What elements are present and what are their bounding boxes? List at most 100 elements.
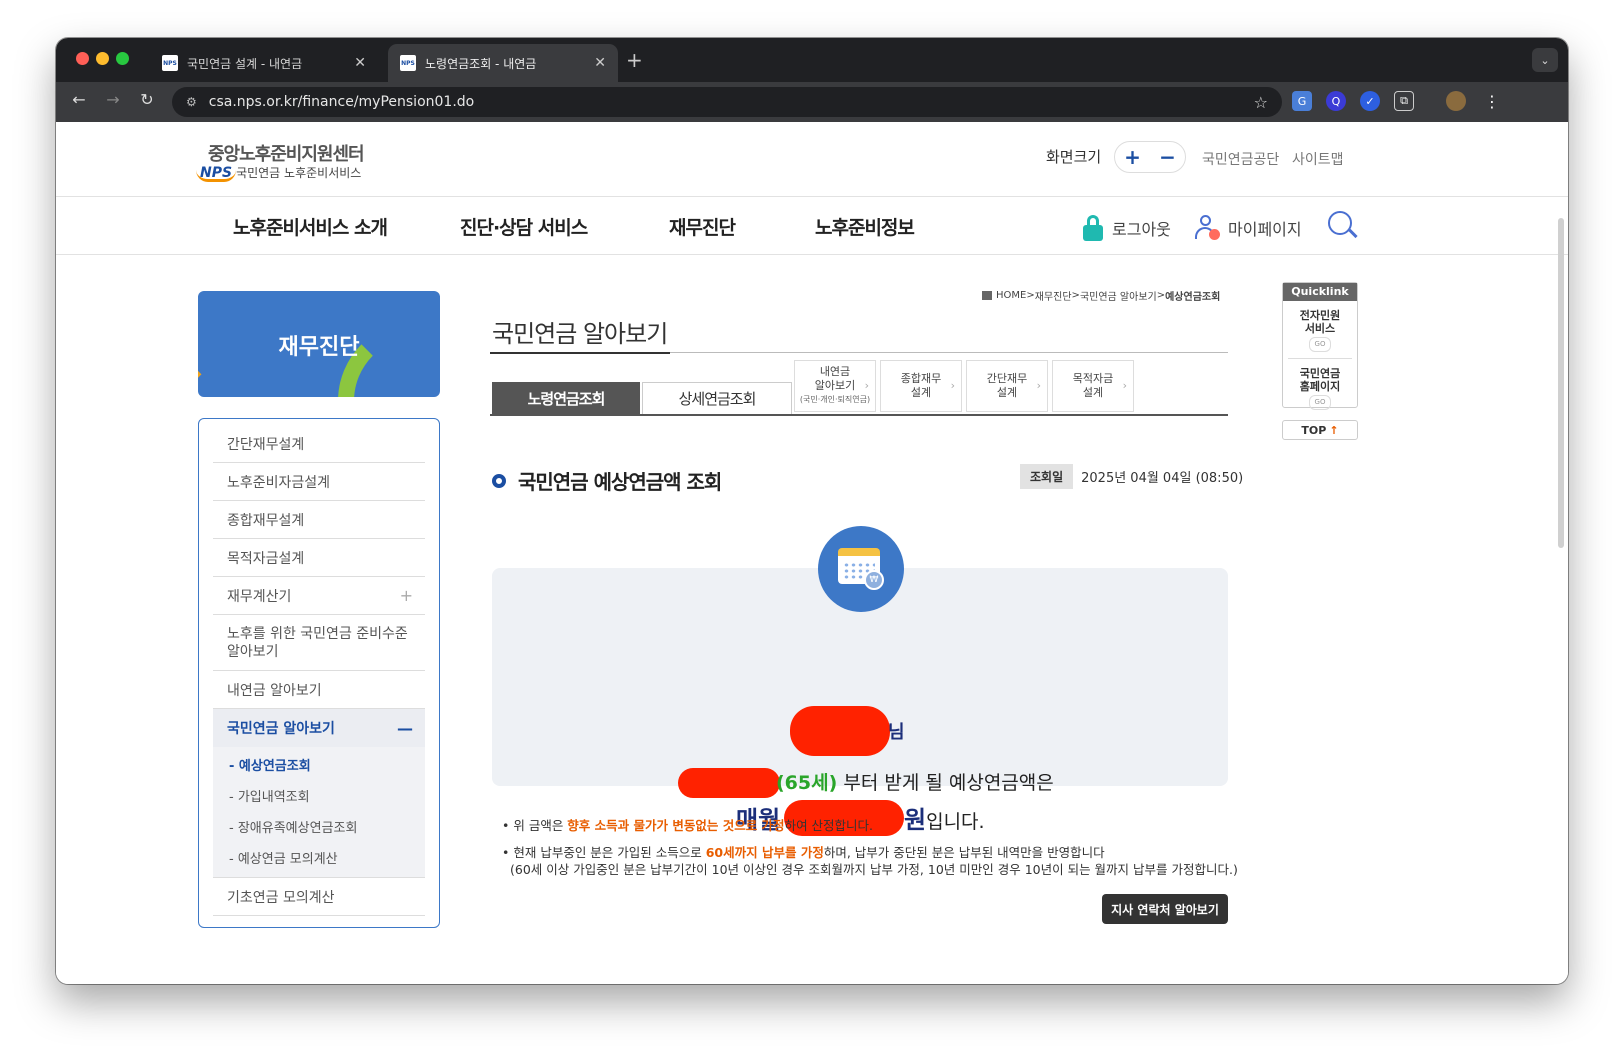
extension-q-icon[interactable]: Q (1326, 91, 1346, 111)
page-scrollbar[interactable] (1558, 218, 1564, 548)
note-2: • 현재 납부중인 분은 가입된 소득으로 60세까지 납부를 가정하며, 납부… (502, 839, 1238, 878)
breadcrumb-item[interactable]: 재무진단 (1035, 288, 1072, 303)
sidebar-subitem-enrollment[interactable]: - 가입내역조회 (213, 780, 425, 811)
tab-simple-plan[interactable]: 간단재무 설계 › (966, 360, 1048, 412)
sitemap-link[interactable]: 사이트맵 (1292, 149, 1344, 169)
logout-button[interactable]: 로그아웃 (1082, 215, 1171, 241)
nps-favicon-icon: NPS (162, 55, 178, 71)
reload-icon[interactable]: ↻ (136, 90, 158, 109)
tab-line: 설계 (996, 386, 1018, 399)
site-settings-icon[interactable]: ⚙ (186, 95, 197, 109)
browser-tab-1[interactable]: NPS 국민연금 설계 - 내연금 ✕ (150, 44, 378, 82)
font-size-minus-button[interactable]: − (1159, 145, 1176, 169)
mypage-button[interactable]: 마이페이지 (1194, 215, 1302, 241)
sidebar-item-label: 국민연금 알아보기 (227, 721, 335, 737)
browser-menu-icon[interactable]: ⋮ (1482, 91, 1502, 111)
tab-line: 종합재무 (900, 372, 942, 385)
nav-item-service-intro[interactable]: 노후준비서비스 소개 (233, 213, 388, 240)
logo-swoosh-icon (196, 170, 236, 182)
sidebar-subitem-expected-pension[interactable]: - 예상연금조회 (213, 749, 425, 780)
home-icon (982, 291, 992, 300)
nav-item-consulting[interactable]: 진단·상담 서비스 (460, 213, 588, 240)
tab-comprehensive-plan[interactable]: 종합재무 설계 › (880, 360, 962, 412)
quicklink-panel: Quicklink 전자민원 서비스 GO 국민연금 홈페이지 GO (1282, 282, 1358, 410)
inquiry-date: 조회일 2025년 04월 04일 (08:50) (1020, 464, 1243, 489)
sidebar-item-purpose-fund[interactable]: 목적자금설계 (213, 539, 425, 577)
breadcrumb-home[interactable]: HOME (996, 290, 1026, 301)
sidebar-subitem-simulation[interactable]: - 예상연금 모의계산 (213, 842, 425, 873)
breadcrumb-item[interactable]: 국민연금 알아보기 (1080, 288, 1157, 303)
site-logo-title[interactable]: 중앙노후준비지원센터 (208, 140, 365, 166)
sidebar-item-my-pension[interactable]: 내연금 알아보기 (213, 671, 425, 709)
chevron-right-icon: › (950, 379, 955, 392)
close-tab-icon[interactable]: ✕ (594, 55, 606, 71)
sidebar-submenu: - 예상연금조회 - 가입내역조회 - 장애유족예상연금조회 - 예상연금 모의… (213, 747, 425, 878)
tab-purpose-fund[interactable]: 목적자금 설계 › (1052, 360, 1134, 412)
quicklink-title: Quicklink (1283, 283, 1357, 301)
browser-window: NPS 국민연금 설계 - 내연금 ✕ NPS 노령연금조회 - 내연금 ✕ +… (56, 38, 1568, 984)
nav-item-financial-diagnosis[interactable]: 재무진단 (669, 213, 736, 240)
sidebar-item-readiness[interactable]: 노후를 위한 국민연금 준비수준 알아보기 (213, 615, 425, 671)
expand-plus-icon[interactable]: + (400, 586, 413, 605)
font-size-plus-button[interactable]: + (1124, 145, 1141, 169)
section-title-text: 국민연금 예상연금액 조회 (518, 470, 722, 494)
name-suffix: 님 (888, 722, 905, 743)
close-tab-icon[interactable]: ✕ (354, 55, 366, 71)
note-highlight: 향후 소득과 물가가 변동없는 것으로 가정 (567, 818, 785, 833)
sidebar-item-retirement-fund[interactable]: 노후준비자금설계 (213, 463, 425, 501)
note-2-detail: (60세 이상 가입중인 분은 납부기간이 10년 이상인 경우 조회월까지 납… (510, 862, 1238, 877)
section-title: 국민연금 예상연금액 조회 (492, 466, 722, 495)
sidebar-item-calculator[interactable]: 재무계산기 + (213, 577, 425, 615)
browser-toolbar: ← → ↻ ⚙ csa.nps.or.kr/finance/myPension0… (56, 82, 1568, 122)
inquiry-date-label: 조회일 (1020, 464, 1074, 489)
scroll-top-button[interactable]: TOP ↑ (1282, 420, 1358, 440)
sidebar-item-simple-plan[interactable]: 간단재무설계 (213, 425, 425, 463)
font-size-control: + − (1114, 141, 1186, 173)
extensions-puzzle-icon[interactable]: ⧉ (1394, 91, 1414, 111)
nps-home-link[interactable]: 국민연금공단 (1202, 149, 1279, 169)
notes: • 위 금액은 향후 소득과 물가가 변동없는 것으로 가정하여 산정합니다. … (502, 812, 1238, 878)
tab-old-age-pension[interactable]: 노령연금조회 (492, 382, 640, 414)
extension-check-icon[interactable]: ✓ (1360, 91, 1380, 111)
bookmark-star-icon[interactable]: ☆ (1254, 93, 1268, 112)
sidebar-item-label: 재무계산기 (227, 588, 292, 605)
collapse-minus-icon[interactable]: — (397, 719, 413, 738)
close-window-button[interactable] (76, 52, 89, 65)
logout-label: 로그아웃 (1112, 220, 1171, 239)
note-text: • 위 금액은 (502, 818, 568, 833)
back-arrow-icon[interactable]: ← (68, 90, 90, 109)
sidebar-item-comprehensive-plan[interactable]: 종합재무설계 (213, 501, 425, 539)
search-icon[interactable] (1328, 211, 1358, 241)
chevron-right-icon: › (1122, 379, 1127, 392)
minimize-window-button[interactable] (96, 52, 109, 65)
sidebar-item-national-pension[interactable]: 국민연금 알아보기 — (213, 709, 425, 747)
address-bar[interactable]: ⚙ csa.nps.or.kr/finance/myPension01.do ☆ (172, 87, 1282, 117)
quicklink-e-service[interactable]: 전자민원 서비스 GO (1283, 301, 1357, 352)
sidebar-subitem-disability-survivor[interactable]: - 장애유족예상연금조회 (213, 811, 425, 842)
tab-detailed-pension[interactable]: 상세연금조회 (642, 382, 792, 414)
maximize-window-button[interactable] (116, 52, 129, 65)
nav-item-retirement-info[interactable]: 노후준비정보 (815, 213, 915, 240)
result-line-2: (65세) 부터 받게 될 예상연금액은 (776, 768, 1054, 795)
web-page: 중앙노후준비지원센터 NPS 국민연금 노후준비서비스 화면크기 + − 국민연… (56, 122, 1568, 984)
note-text: 하며, 납부가 중단된 분은 납부된 내역만을 반영합니다 (823, 845, 1105, 860)
tab-search-icon[interactable]: ⌄ (1532, 48, 1558, 72)
user-icon (1194, 215, 1220, 241)
breadcrumb-separator: > (1071, 290, 1080, 301)
browser-tab-2[interactable]: NPS 노령연금조회 - 내연금 ✕ (388, 44, 618, 82)
branch-contact-button[interactable]: 지사 연락처 알아보기 (1102, 894, 1228, 924)
tab-line: 설계 (1082, 386, 1104, 399)
quicklink-nps-homepage[interactable]: 국민연금 홈페이지 GO (1283, 359, 1357, 410)
sidebar-item-basic-pension[interactable]: 기초연금 모의계산 (213, 878, 425, 916)
translate-extension-icon[interactable]: G (1292, 91, 1312, 111)
tab-title: 국민연금 설계 - 내연금 (187, 56, 303, 71)
chevron-right-icon: › (1036, 379, 1041, 392)
tab-line: 설계 (910, 386, 932, 399)
forward-arrow-icon[interactable]: → (102, 90, 124, 109)
profile-avatar[interactable] (1446, 91, 1466, 111)
tab-my-pension-check[interactable]: 내연금 알아보기 (국민·개인·퇴직연금) › (794, 360, 876, 412)
quicklink-line: 서비스 (1304, 322, 1336, 335)
quicklink-line: 홈페이지 (1299, 380, 1341, 393)
note-highlight: 60세까지 납부를 가정 (705, 845, 824, 860)
new-tab-button[interactable]: + (626, 48, 643, 72)
